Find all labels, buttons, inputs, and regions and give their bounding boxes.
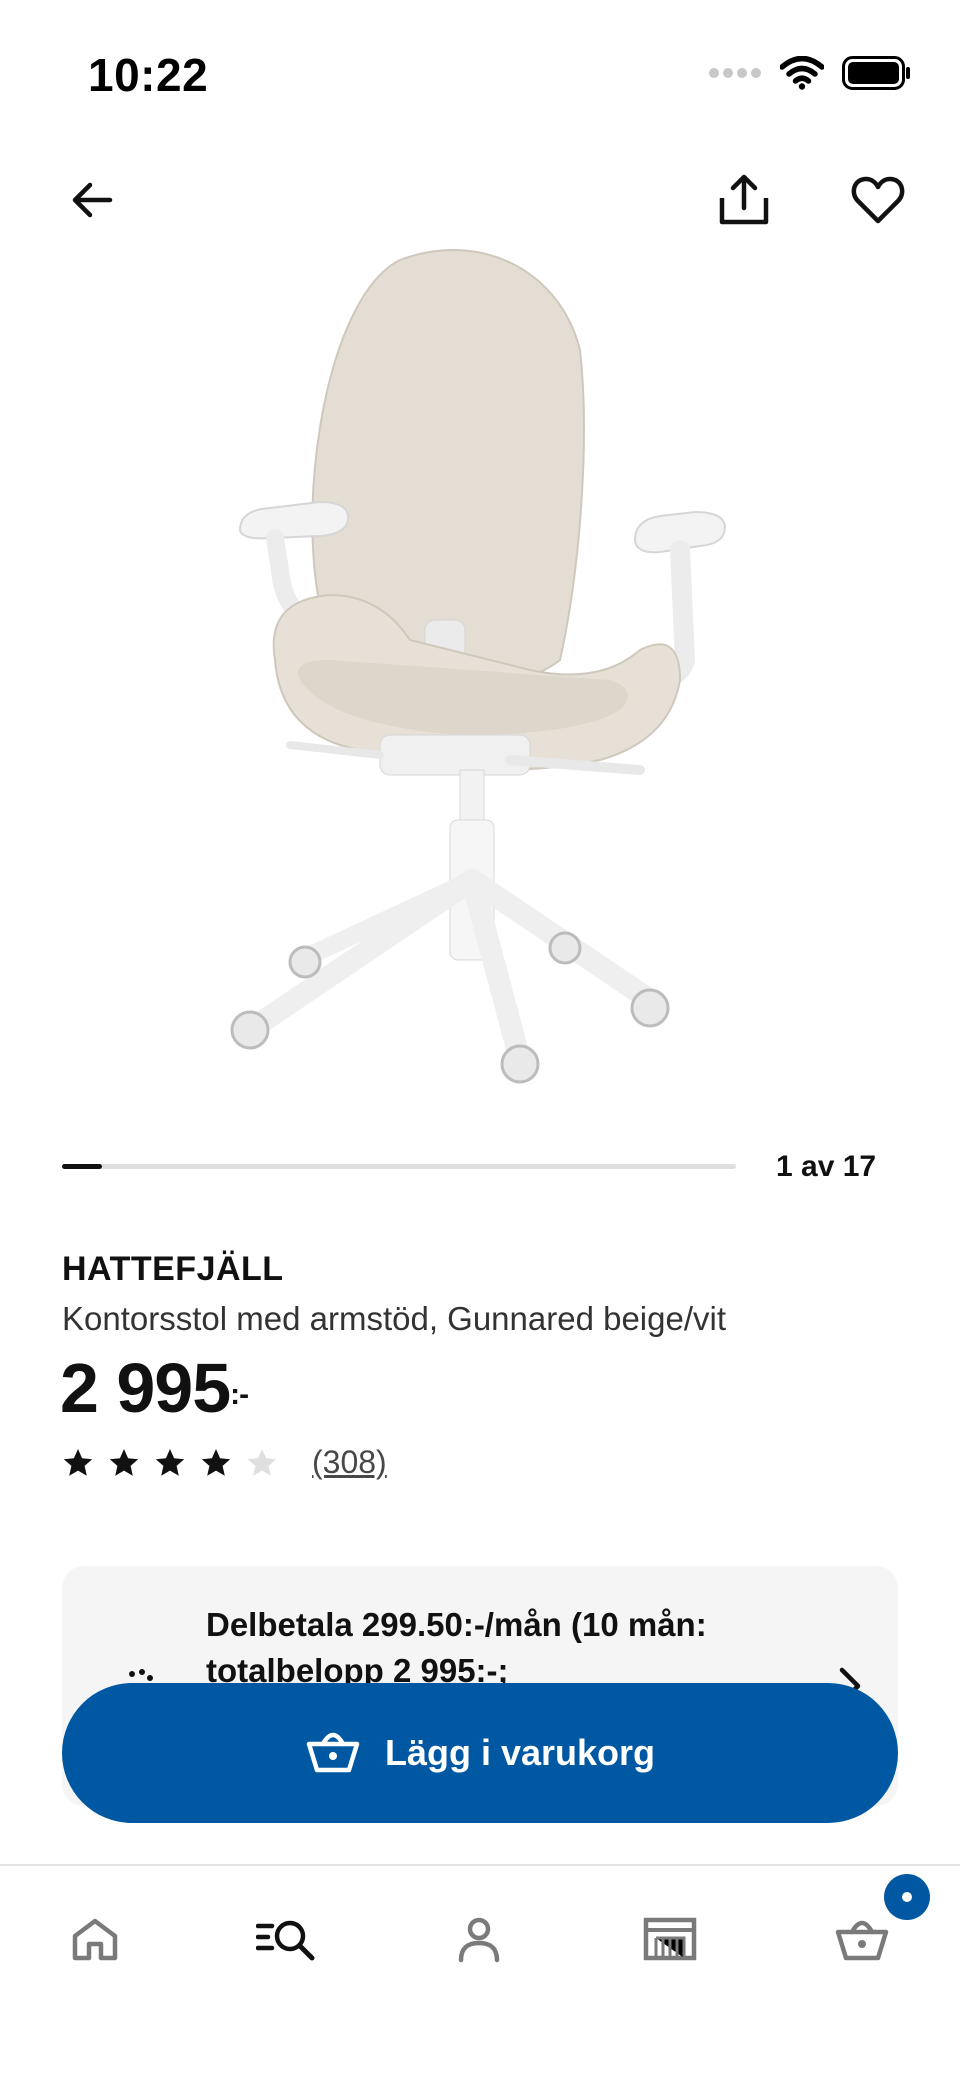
carousel-progress-fill (62, 1164, 102, 1169)
product-image[interactable] (180, 240, 780, 1100)
installment-text: Delbetala 299.50:-/mån (10 mån: totalbel… (206, 1606, 707, 1689)
price: 2 995 :- (60, 1348, 249, 1428)
star-filled-icon (201, 1448, 231, 1476)
product-description: Kontorsstol med armstöd, Gunnared beige/… (62, 1300, 727, 1337)
tab-store[interactable] (620, 1896, 720, 1986)
profile-icon (456, 1915, 502, 1968)
battery-icon (842, 55, 912, 95)
add-to-cart-button[interactable]: Lägg i varukorg (62, 1683, 898, 1823)
carousel-counter: 1 av 17 (776, 1150, 877, 1183)
star-filled-icon (63, 1448, 93, 1476)
rating-stars (62, 1447, 278, 1479)
tab-profile[interactable] (429, 1896, 529, 1986)
home-icon (70, 1916, 120, 1967)
search-icon (255, 1916, 316, 1967)
rating[interactable]: (308) (62, 1444, 387, 1481)
cart-badge (884, 1874, 930, 1920)
tab-search[interactable] (236, 1896, 336, 1986)
price-main: 2 995 (60, 1349, 231, 1427)
store-icon (642, 1916, 698, 1967)
add-to-cart-label: Lägg i varukorg (384, 1732, 656, 1773)
status-time: 10:22 (88, 49, 209, 101)
star-filled-icon (109, 1448, 139, 1476)
bottom-tab-bar (0, 1864, 960, 2079)
status-icons (708, 52, 912, 98)
arrow-left-icon (68, 176, 116, 229)
wifi-icon (779, 55, 825, 95)
star-filled-icon (155, 1448, 185, 1476)
review-count-link[interactable]: (308) (312, 1444, 387, 1481)
product-name: HATTEFJÄLL (62, 1250, 284, 1288)
star-empty-icon (247, 1448, 277, 1476)
basket-icon (305, 1728, 361, 1779)
share-button[interactable] (704, 162, 784, 242)
price-suffix: :- (230, 1378, 249, 1411)
signal-icon (708, 66, 762, 85)
favorite-button[interactable] (838, 162, 918, 242)
tab-home[interactable] (45, 1896, 145, 1986)
share-icon (716, 172, 772, 233)
carousel-progress (62, 1148, 736, 1188)
cart-badge-dot (902, 1892, 912, 1902)
heart-icon (851, 175, 905, 230)
status-bar: 10:22 (0, 0, 960, 150)
carousel-progress-track (62, 1164, 736, 1169)
cart-icon (834, 1916, 890, 1967)
back-button[interactable] (52, 162, 132, 242)
